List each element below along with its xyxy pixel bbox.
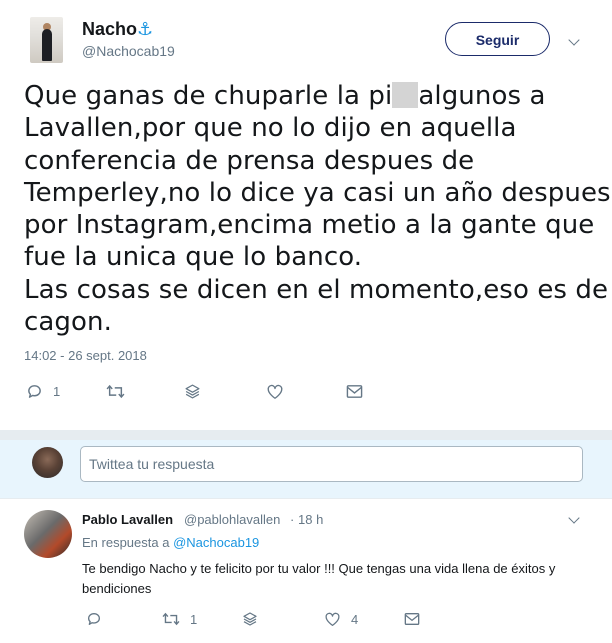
stack-icon: [243, 612, 257, 626]
section-divider: [0, 430, 612, 440]
like-button[interactable]: [266, 380, 284, 402]
reply-reply-button[interactable]: [86, 608, 102, 630]
reply-author-name[interactable]: Pablo Lavallen: [82, 512, 173, 527]
tweet-line: cagon.: [24, 307, 112, 338]
tweet-line: por Instagram,encima metio a la gante qu…: [24, 210, 595, 241]
in-reply-handle-link[interactable]: @Nachocab19: [173, 535, 259, 550]
tweet-text: Que ganas de chuparle la pi algunos a Lav…: [24, 80, 612, 338]
follow-button[interactable]: Seguir: [445, 22, 550, 56]
tweet-line: Temperley,no lo dice ya casi un año desp…: [24, 177, 612, 208]
tweet-line: conferencia de prensa despues de: [24, 145, 475, 176]
reply-retweet-count: 1: [190, 611, 198, 627]
reply-like-count: 4: [351, 611, 359, 627]
reply-stack-button[interactable]: [242, 608, 258, 630]
reply-icon: [88, 613, 100, 625]
avatar[interactable]: [30, 17, 63, 63]
redaction: [392, 82, 419, 108]
reply-separator: ·: [290, 512, 295, 527]
reply-message-button[interactable]: [404, 608, 420, 630]
chevron-down-icon[interactable]: [568, 512, 580, 524]
timestamp[interactable]: 14:02 - 26 sept. 2018: [24, 348, 147, 363]
message-icon: [346, 384, 363, 398]
message-icon: [404, 613, 420, 625]
tweet-line: Lavallen,por que no lo dijo en aquella: [24, 113, 517, 144]
retweet-icon: [106, 384, 125, 398]
tweet-line: fue la unica que lo banco.: [24, 242, 363, 273]
author-name[interactable]: Nacho⚓: [82, 19, 153, 40]
tweet-line: Que ganas de chuparle la pi algunos a: [24, 80, 599, 112]
reply-avatar[interactable]: [24, 510, 72, 558]
reply-button[interactable]: 1: [26, 380, 60, 402]
tweet-line: Las cosas se dicen en el momento,eso es …: [24, 274, 609, 305]
in-reply-prefix: En respuesta a: [82, 535, 170, 550]
reply-retweet-button[interactable]: 1: [162, 608, 197, 630]
reply-input[interactable]: Twittea tu respuesta: [80, 446, 583, 482]
heart-icon: [267, 384, 283, 399]
reply-time[interactable]: 18 h: [298, 512, 323, 527]
reply-like-button[interactable]: 4: [324, 608, 358, 630]
anchor-icon: ⚓: [137, 19, 154, 39]
reply-count: 1: [53, 383, 61, 399]
tweet-line-part: Que ganas de chuparle la pi: [24, 81, 393, 111]
reply-author-handle[interactable]: @pablohlavallen: [184, 512, 280, 527]
current-user-avatar: [32, 447, 63, 478]
stack-icon: [185, 383, 200, 399]
author-name-text[interactable]: Nacho: [82, 19, 137, 39]
message-button[interactable]: [346, 380, 363, 402]
retweet-button[interactable]: [106, 380, 125, 402]
reply-icon: [28, 384, 41, 398]
in-reply-to: En respuesta a @Nachocab19: [82, 535, 259, 550]
reply-text: Te bendigo Nacho y te felicito por tu va…: [82, 561, 556, 596]
reply-composer: Twittea tu respuesta: [0, 440, 612, 498]
author-handle[interactable]: @Nachocab19: [82, 43, 175, 59]
chevron-down-icon[interactable]: [568, 34, 580, 46]
heart-icon: [325, 612, 340, 627]
stack-button[interactable]: [184, 380, 201, 402]
avatar-figure: [42, 29, 52, 61]
retweet-icon: [162, 612, 180, 626]
main-tweet: Nacho⚓ @Nachocab19 Seguir Que ganas de c…: [0, 0, 612, 430]
tweet-line-part: algunos a: [418, 81, 546, 111]
reply-tweet: Pablo Lavallen @pablohlavallen · 18 h En…: [0, 499, 612, 643]
